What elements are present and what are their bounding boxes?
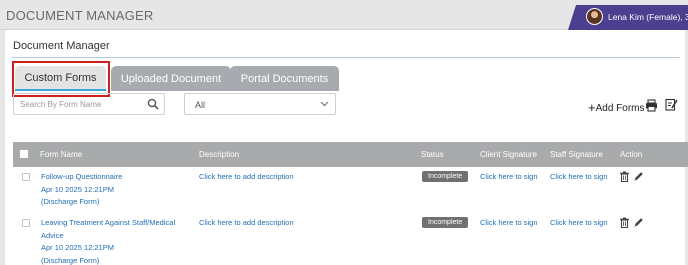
client-sign-link[interactable]: Click here to sign [480, 171, 538, 184]
edit-document-icon[interactable] [665, 98, 678, 111]
staff-sign-link[interactable]: Click here to sign [550, 171, 608, 184]
form-tag: (Discharge Form) [41, 255, 100, 265]
form-name-link-cont[interactable]: Advice [41, 230, 64, 243]
form-date: Apr 10 2025 12:21PM [41, 243, 114, 252]
chevron-down-icon [320, 101, 329, 107]
tab-highlight-box [12, 61, 110, 97]
column-action: Action [620, 150, 643, 159]
top-bar: DOCUMENT MANAGER Lena Kim (Female), 36 [0, 0, 688, 30]
tab-portal-documents[interactable]: Portal Documents [230, 66, 339, 91]
column-client-signature: Client Signature [480, 150, 537, 159]
avatar [586, 8, 603, 25]
column-status: Status [421, 150, 444, 159]
column-form-name: Form Name [40, 150, 83, 159]
status-badge: Incomplete [422, 171, 469, 182]
select-all-checkbox[interactable] [20, 150, 28, 158]
pencil-icon[interactable] [633, 217, 644, 228]
table-row: Follow-up Questionnaire Apr 10 2025 12:2… [13, 170, 688, 210]
search-input[interactable] [20, 97, 138, 111]
add-forms-button[interactable]: +Add Forms [588, 100, 645, 115]
search-icon[interactable] [147, 98, 159, 110]
form-name-link[interactable]: Leaving Treatment Against Staff/Medical [41, 217, 175, 230]
filter-select-value: All [195, 100, 206, 110]
divider [12, 57, 680, 58]
column-description: Description [199, 150, 240, 159]
add-description-link[interactable]: Click here to add description [199, 171, 294, 184]
form-tag: (Discharge Form) [41, 197, 100, 206]
add-forms-label: Add Forms [595, 103, 645, 114]
trash-icon[interactable] [619, 171, 630, 182]
user-badge[interactable]: Lena Kim (Female), 36 [568, 5, 688, 30]
table-header: Form Name Description Status Client Sign… [13, 142, 688, 167]
panel-title: Document Manager [13, 40, 110, 52]
row-checkbox[interactable] [22, 219, 30, 227]
column-staff-signature: Staff Signature [550, 150, 603, 159]
app-title: DOCUMENT MANAGER [6, 8, 154, 23]
pencil-icon[interactable] [633, 171, 644, 182]
form-date: Apr 10 2025 12:21PM [41, 184, 114, 194]
document-manager-panel: Document Manager Custom Forms Uploaded D… [5, 30, 688, 265]
add-description-link[interactable]: Click here to add description [199, 217, 294, 230]
status-badge: Incomplete [422, 217, 469, 228]
row-checkbox[interactable] [22, 173, 30, 181]
search-box [13, 93, 165, 115]
form-name-link[interactable]: Follow-up Questionnaire [41, 171, 122, 184]
trash-icon[interactable] [619, 217, 630, 228]
staff-sign-link[interactable]: Click here to sign [550, 217, 608, 230]
client-sign-link[interactable]: Click here to sign [480, 217, 538, 230]
user-name: Lena Kim (Female), 36 [608, 12, 688, 22]
tab-uploaded-document[interactable]: Uploaded Document [111, 66, 231, 91]
plus-icon: + [588, 100, 596, 115]
table-row: Leaving Treatment Against Staff/Medical … [13, 216, 688, 265]
printer-icon[interactable] [645, 99, 658, 112]
filter-select[interactable]: All [184, 93, 336, 115]
